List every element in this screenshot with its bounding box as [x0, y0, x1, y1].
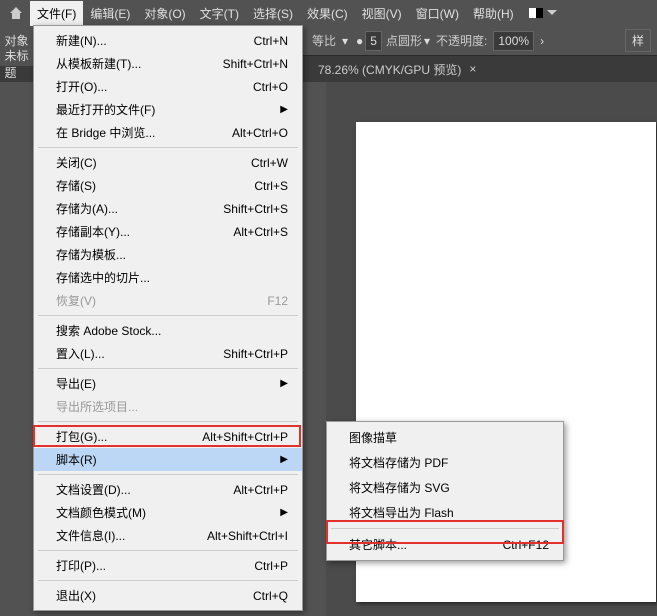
menu-save-as[interactable]: 存储为(A)...Shift+Ctrl+S [34, 197, 302, 220]
bullet-icon: ● [354, 34, 365, 48]
chevron-right-icon: ▶ [280, 378, 288, 389]
menu-file[interactable]: 文件(F) [30, 1, 83, 26]
menu-exit[interactable]: 退出(X)Ctrl+Q [34, 584, 302, 607]
menu-save-selection[interactable]: 存储选中的切片... [34, 266, 302, 289]
close-icon[interactable]: × [469, 62, 476, 76]
submenu-save-pdf[interactable]: 将文档存储为 PDF [327, 450, 563, 475]
submenu-export-flash[interactable]: 将文档导出为 Flash [327, 500, 563, 525]
menu-bridge[interactable]: 在 Bridge 中浏览...Alt+Ctrl+O [34, 121, 302, 144]
opacity-value[interactable]: 100% [493, 31, 534, 51]
separator [38, 147, 298, 148]
menu-revert: 恢复(V)F12 [34, 289, 302, 312]
menu-view[interactable]: 视图(V) [355, 1, 409, 26]
menu-recent[interactable]: 最近打开的文件(F)▶ [34, 98, 302, 121]
dropdown-icon[interactable] [547, 10, 557, 20]
menu-save-template[interactable]: 存储为模板... [34, 243, 302, 266]
point-value[interactable]: 5 [365, 31, 382, 51]
menu-color-mode[interactable]: 文档颜色模式(M)▶ [34, 501, 302, 524]
menu-export-selection: 导出所选项目... [34, 395, 302, 418]
separator [38, 368, 298, 369]
dropdown-icon[interactable]: ▾ [422, 34, 430, 48]
menu-close[interactable]: 关闭(C)Ctrl+W [34, 151, 302, 174]
separator [38, 421, 298, 422]
chevron-right-icon[interactable]: › [540, 34, 544, 48]
separator [331, 528, 559, 529]
menu-save-copy[interactable]: 存储副本(Y)...Alt+Ctrl+S [34, 220, 302, 243]
home-icon[interactable] [6, 3, 26, 23]
opacity-label: 不透明度: [436, 32, 487, 49]
chevron-right-icon: ▶ [280, 454, 288, 465]
menubar: 文件(F) 编辑(E) 对象(O) 文字(T) 选择(S) 效果(C) 视图(V… [0, 0, 657, 26]
sidebar-notitle[interactable]: 未标题 [5, 55, 29, 73]
chevron-right-icon: ▶ [280, 104, 288, 115]
menu-new-template[interactable]: 从模板新建(T)...Shift+Ctrl+N [34, 52, 302, 75]
chevron-right-icon: ▶ [280, 507, 288, 518]
point-label: 点圆形 [382, 32, 422, 49]
scripts-submenu: 图像描草 将文档存储为 PDF 将文档存储为 SVG 将文档导出为 Flash … [326, 421, 564, 561]
separator [38, 580, 298, 581]
menu-export[interactable]: 导出(E)▶ [34, 372, 302, 395]
menu-save[interactable]: 存储(S)Ctrl+S [34, 174, 302, 197]
submenu-image-trace[interactable]: 图像描草 [327, 425, 563, 450]
menu-package[interactable]: 打包(G)...Alt+Shift+Ctrl+P [34, 425, 302, 448]
menu-doc-setup[interactable]: 文档设置(D)...Alt+Ctrl+P [34, 478, 302, 501]
scale-label: 等比 [312, 32, 336, 49]
menu-type[interactable]: 文字(T) [193, 1, 246, 26]
menu-scripts[interactable]: 脚本(R)▶ [34, 448, 302, 471]
submenu-other-scripts[interactable]: 其它脚本...Ctrl+F12 [327, 532, 563, 557]
menu-effect[interactable]: 效果(C) [300, 1, 355, 26]
left-sidebar: 对象 未标题 [0, 26, 33, 66]
separator [38, 474, 298, 475]
document-tab[interactable]: 78.26% (CMYK/GPU 预览) × [308, 57, 486, 82]
dropdown-icon[interactable]: ▾ [342, 34, 348, 48]
menu-stock[interactable]: 搜索 Adobe Stock... [34, 319, 302, 342]
submenu-save-svg[interactable]: 将文档存储为 SVG [327, 475, 563, 500]
separator [38, 315, 298, 316]
menu-edit[interactable]: 编辑(E) [83, 1, 137, 26]
menu-window[interactable]: 窗口(W) [409, 1, 466, 26]
menu-file-info[interactable]: 文件信息(I)...Alt+Shift+Ctrl+I [34, 524, 302, 547]
menu-open[interactable]: 打开(O)...Ctrl+O [34, 75, 302, 98]
file-menu-dropdown: 新建(N)...Ctrl+N 从模板新建(T)...Shift+Ctrl+N 打… [33, 25, 303, 611]
menu-new[interactable]: 新建(N)...Ctrl+N [34, 29, 302, 52]
workspace-switcher-icon[interactable] [529, 8, 543, 18]
separator [38, 550, 298, 551]
menu-place[interactable]: 置入(L)...Shift+Ctrl+P [34, 342, 302, 365]
tab-title: 78.26% (CMYK/GPU 预览) [318, 61, 461, 78]
menu-object[interactable]: 对象(O) [137, 1, 192, 26]
menu-help[interactable]: 帮助(H) [466, 1, 521, 26]
menu-print[interactable]: 打印(P)...Ctrl+P [34, 554, 302, 577]
menu-select[interactable]: 选择(S) [246, 1, 300, 26]
style-button[interactable]: 样 [625, 29, 651, 52]
